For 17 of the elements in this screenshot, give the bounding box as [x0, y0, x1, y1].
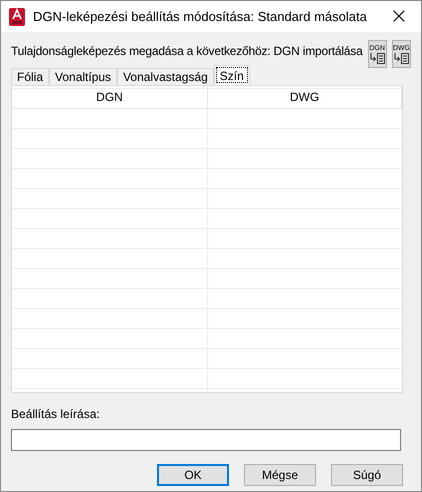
dialog-button[interactable]: Súgó	[331, 464, 403, 486]
dialog-button[interactable]: OK	[157, 464, 229, 486]
close-button[interactable]: ×	[377, 1, 421, 32]
column-header[interactable]: DWG	[208, 86, 402, 109]
window-title: DGN-leképezési beállítás módosítása: Standard másolata	[33, 9, 368, 24]
import-arrow-icon	[369, 52, 386, 64]
app-logo-icon	[9, 8, 25, 26]
description-text: Tulajdonságleképezés megadása a következőhöz: DGN importálása	[11, 44, 363, 58]
tab[interactable]: Vonaltípus	[49, 68, 118, 85]
tab[interactable]: Fólia	[11, 68, 50, 85]
tab[interactable]: Szín	[214, 65, 250, 85]
field-label: Beállítás leírása:	[11, 407, 101, 421]
tab[interactable]: Vonalvastagság	[117, 68, 214, 85]
description-field[interactable]	[11, 429, 401, 451]
column-header[interactable]: DGN	[12, 86, 208, 109]
dialog-button[interactable]: Mégse	[244, 464, 316, 486]
import-arrow-icon	[393, 52, 410, 64]
